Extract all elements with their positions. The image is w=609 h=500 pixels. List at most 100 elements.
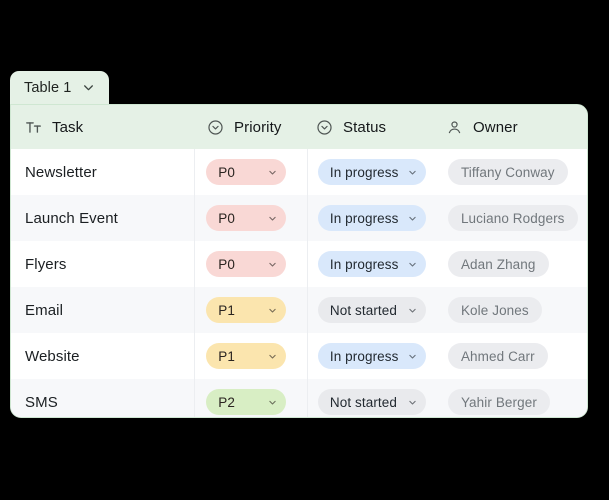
table-row[interactable]: Launch Event P0 In progress Luciano Rodgers [11,195,587,241]
cell-priority[interactable]: P0 [194,195,307,241]
status-pill[interactable]: In progress [317,343,426,369]
cell-status[interactable]: In progress [306,333,435,379]
column-header-owner-label: Owner [473,118,518,136]
caret-down-icon[interactable] [268,168,277,177]
person-icon [446,119,463,136]
cell-priority[interactable]: P1 [194,287,307,333]
caret-down-icon[interactable] [268,260,277,269]
task-name: SMS [25,393,58,411]
status-pill[interactable]: Not started [317,389,426,415]
cell-owner[interactable]: Kole Jones [435,287,587,333]
cell-status[interactable]: Not started [306,379,435,417]
priority-pill[interactable]: P0 [206,251,287,277]
column-header-task[interactable]: Task [11,105,196,149]
cell-status[interactable]: Not started [306,287,435,333]
status-value: In progress [329,210,399,226]
tab-table-1[interactable]: Table 1 [10,71,110,104]
cell-task[interactable]: Website [11,333,194,379]
status-value: Not started [329,394,397,410]
cell-owner[interactable]: Tiffany Conway [435,149,587,195]
owner-pill[interactable]: Ahmed Carr [447,343,548,369]
table-row[interactable]: Email P1 Not started Kole Jones [11,287,587,333]
caret-down-icon[interactable] [408,260,417,269]
caret-down-icon[interactable] [408,352,417,361]
priority-pill[interactable]: P1 [206,297,287,323]
caret-down-icon[interactable] [268,352,277,361]
select-circle-icon [207,119,224,136]
tab-table-1-label: Table 1 [24,79,72,96]
owner-name: Yahir Berger [460,394,537,410]
caret-down-icon[interactable] [408,168,417,177]
table-row[interactable]: Website P1 In progress Ahmed Carr [11,333,587,379]
priority-pill[interactable]: P2 [206,389,287,415]
priority-pill[interactable]: P1 [206,343,287,369]
priority-value: P0 [218,164,235,180]
caret-down-icon[interactable] [408,306,417,315]
cell-status[interactable]: In progress [306,195,435,241]
status-pill[interactable]: In progress [317,251,426,277]
priority-value: P0 [218,256,235,272]
owner-pill[interactable]: Luciano Rodgers [447,205,578,231]
cell-task[interactable]: SMS [11,379,194,417]
priority-value: P1 [218,302,235,318]
cell-priority[interactable]: P2 [194,379,307,417]
task-name: Email [25,301,64,319]
column-header-task-label: Task [52,118,84,136]
cell-priority[interactable]: P0 [194,149,307,195]
cell-task[interactable]: Newsletter [11,149,194,195]
priority-value: P0 [218,210,235,226]
cell-owner[interactable]: Adan Zhang [435,241,587,287]
status-value: In progress [329,164,399,180]
owner-name: Ahmed Carr [460,348,535,364]
owner-name: Tiffany Conway [460,164,555,180]
caret-down-icon[interactable] [268,214,277,223]
cell-task[interactable]: Flyers [11,241,194,287]
cell-task[interactable]: Launch Event [11,195,194,241]
owner-pill[interactable]: Tiffany Conway [447,159,568,185]
data-table: Task Priority Status Owner Newsletter P0… [10,104,588,418]
owner-pill[interactable]: Yahir Berger [447,389,550,415]
text-format-icon [25,119,42,136]
column-header-priority[interactable]: Priority [196,105,306,149]
column-header-status[interactable]: Status [306,105,434,149]
status-pill[interactable]: Not started [317,297,426,323]
cell-owner[interactable]: Luciano Rodgers [435,195,587,241]
owner-name: Luciano Rodgers [460,210,565,226]
cell-status[interactable]: In progress [306,241,435,287]
cell-owner[interactable]: Ahmed Carr [435,333,587,379]
cell-priority[interactable]: P0 [194,241,307,287]
table-body: Newsletter P0 In progress Tiffany Conway Lau… [11,149,587,417]
cell-task[interactable]: Email [11,287,194,333]
status-pill[interactable]: In progress [317,159,426,185]
task-name: Flyers [25,255,67,273]
task-name: Website [25,347,80,365]
priority-pill[interactable]: P0 [206,159,287,185]
caret-down-icon[interactable] [408,398,417,407]
table-tab-strip: Table 1 [10,71,110,104]
priority-pill[interactable]: P0 [206,205,287,231]
table-row[interactable]: Newsletter P0 In progress Tiffany Conway [11,149,587,195]
status-value: In progress [329,256,399,272]
chevron-down-icon[interactable] [82,81,95,94]
task-name: Launch Event [25,209,118,227]
cell-status[interactable]: In progress [306,149,435,195]
table-row[interactable]: SMS P2 Not started Yahir Berger [11,379,587,417]
owner-pill[interactable]: Adan Zhang [447,251,549,277]
status-value: In progress [329,348,399,364]
select-circle-icon [316,119,333,136]
table-row[interactable]: Flyers P0 In progress Adan Zhang [11,241,587,287]
status-pill[interactable]: In progress [317,205,426,231]
column-header-owner[interactable]: Owner [434,105,586,149]
owner-name: Adan Zhang [460,256,536,272]
table-header-row: Task Priority Status Owner [11,105,587,149]
cell-priority[interactable]: P1 [194,333,307,379]
caret-down-icon[interactable] [268,306,277,315]
caret-down-icon[interactable] [408,214,417,223]
cell-owner[interactable]: Yahir Berger [435,379,587,417]
priority-value: P2 [218,394,235,410]
owner-name: Kole Jones [460,302,529,318]
caret-down-icon[interactable] [268,398,277,407]
task-name: Newsletter [25,163,97,181]
owner-pill[interactable]: Kole Jones [447,297,542,323]
status-value: Not started [329,302,397,318]
